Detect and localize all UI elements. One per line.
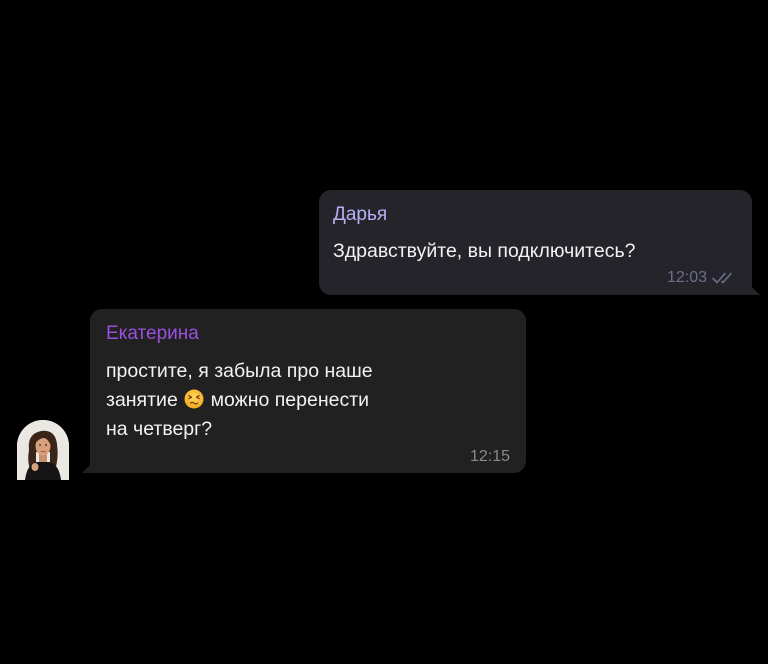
sender-name[interactable]: Дарья bbox=[333, 203, 387, 227]
avatar-photo bbox=[17, 420, 69, 480]
double-check-icon bbox=[712, 272, 732, 284]
persevering-face-emoji bbox=[184, 389, 204, 409]
message-text: простите, я забыла про наше занятие можн… bbox=[106, 357, 373, 444]
message-time: 12:03 bbox=[666, 269, 707, 286]
message-text: Здравствуйте, вы подключитесь? bbox=[333, 240, 636, 262]
bubble-tail bbox=[82, 459, 96, 473]
message-fragment: можно перенести bbox=[210, 389, 370, 411]
incoming-message-bubble[interactable]: Екатерина простите, я забыла про наше за… bbox=[82, 309, 526, 473]
message-line: занятие можно перенести bbox=[106, 386, 373, 415]
message-fragment: занятие bbox=[106, 389, 178, 411]
outgoing-message-bubble[interactable]: Дарья Здравствуйте, вы подключитесь? 12:… bbox=[319, 190, 760, 295]
message-line: простите, я забыла про наше bbox=[106, 360, 373, 382]
sender-name[interactable]: Екатерина bbox=[106, 322, 199, 346]
message-line: на четверг? bbox=[106, 418, 213, 440]
bubble-tail bbox=[746, 281, 760, 295]
contact-avatar[interactable] bbox=[17, 420, 69, 480]
message-time: 12:15 bbox=[469, 448, 510, 465]
